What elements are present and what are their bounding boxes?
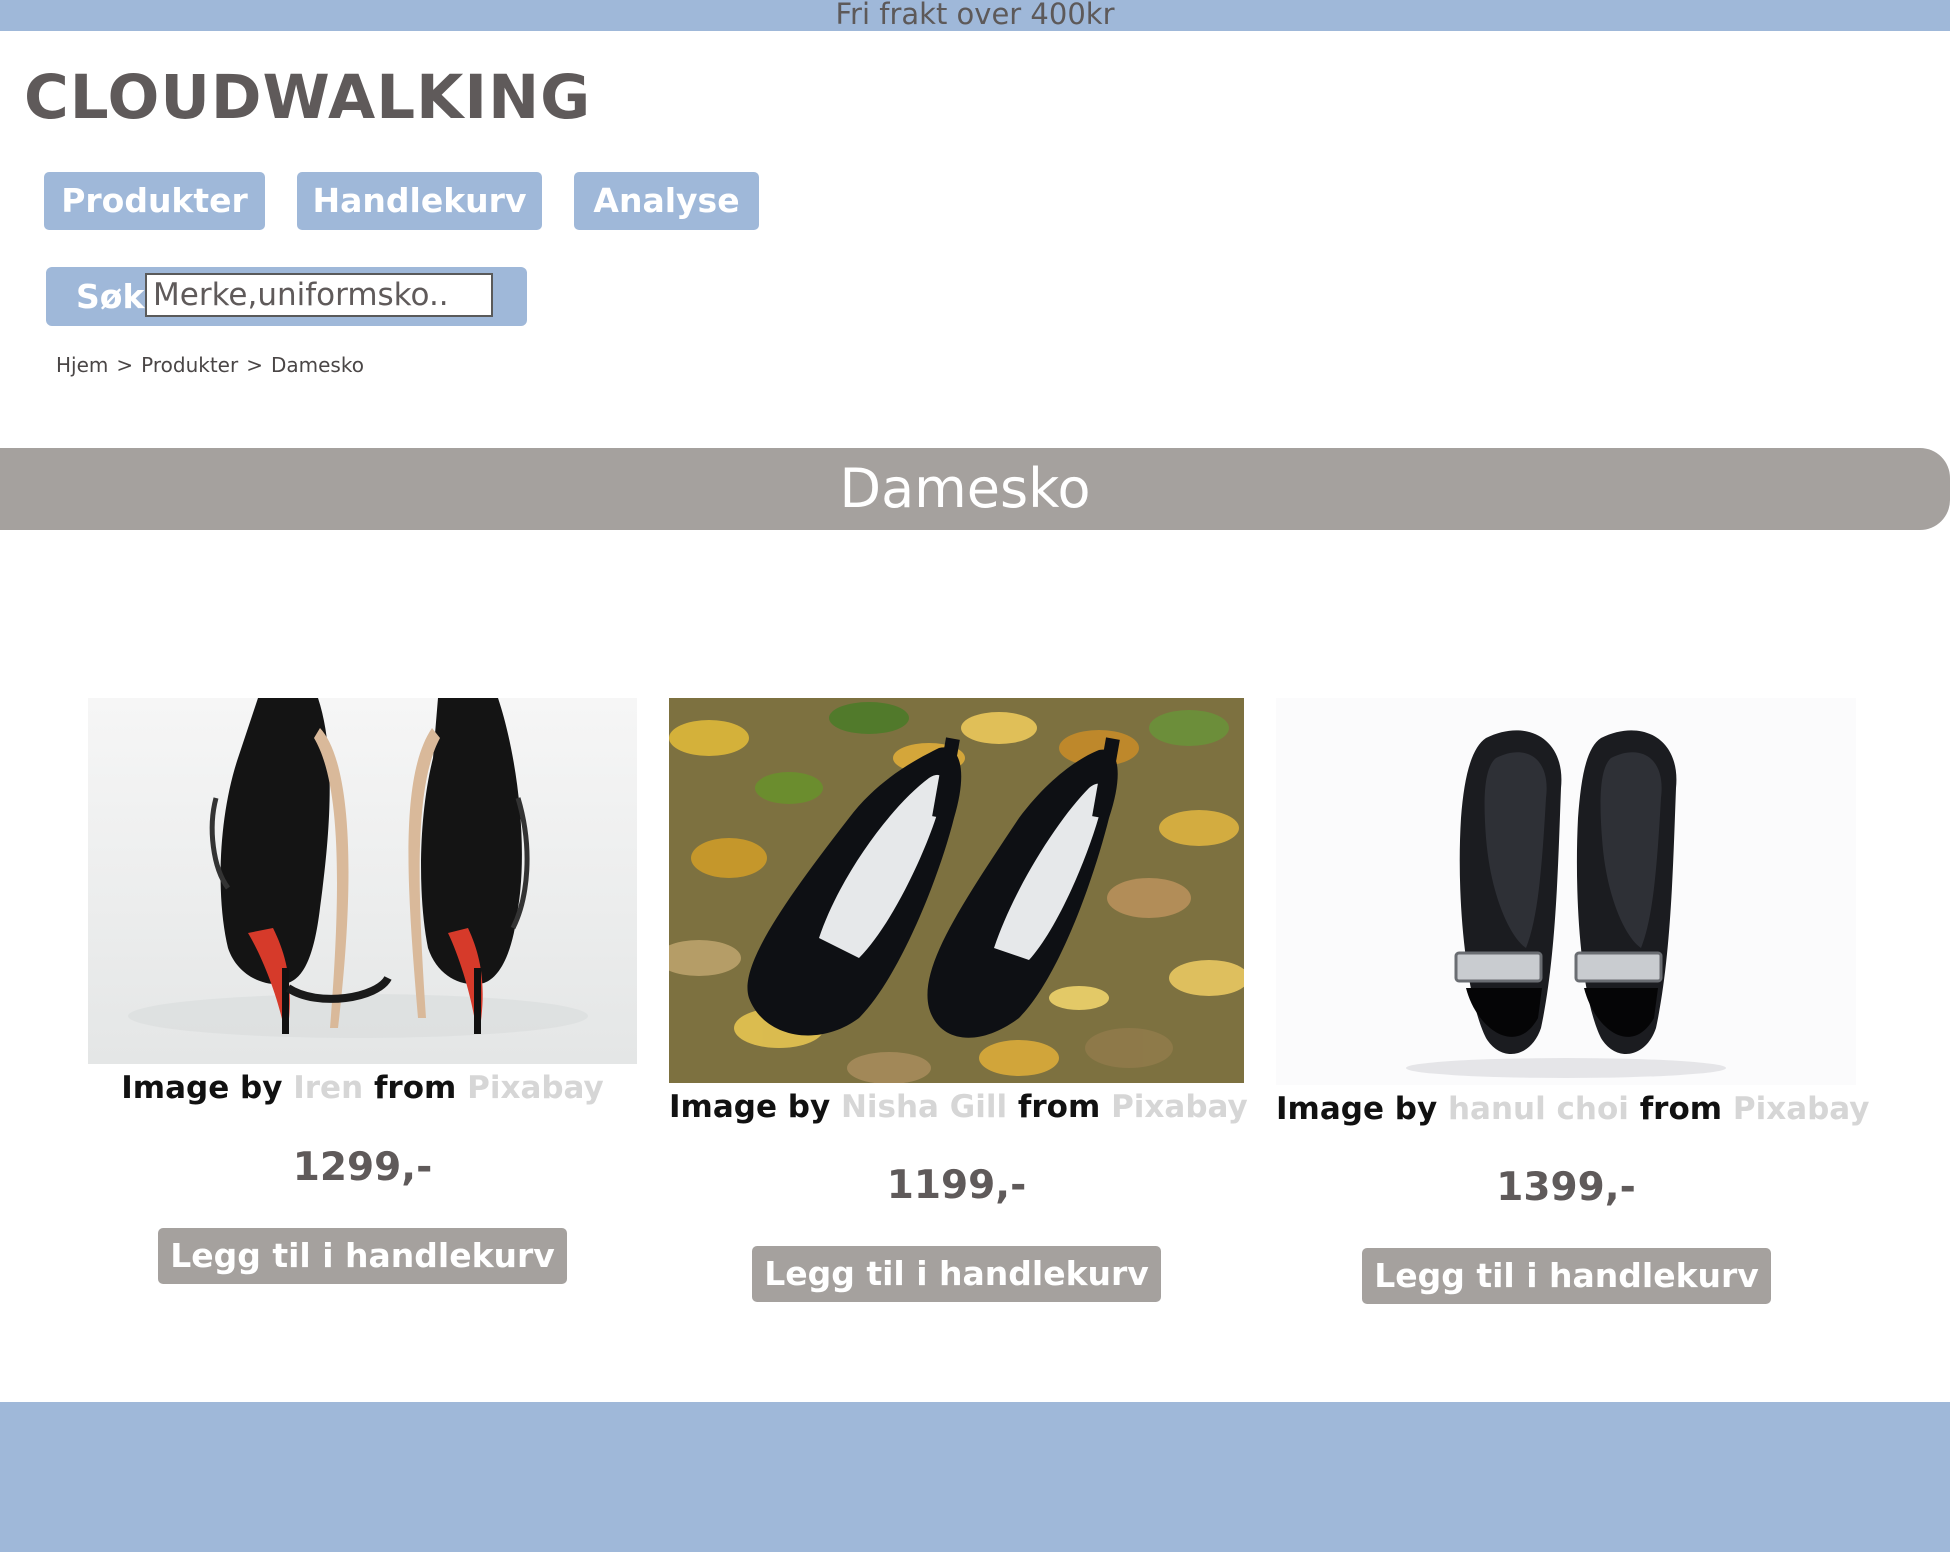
image-credit: Image by hanul choi from Pixabay bbox=[1276, 1091, 1869, 1127]
search-label: Søk bbox=[76, 277, 145, 316]
nav-cart-button[interactable]: Handlekurv bbox=[297, 172, 542, 230]
photographer-link[interactable]: hanul choi bbox=[1448, 1091, 1629, 1127]
credit-prefix: Image by bbox=[669, 1089, 831, 1125]
breadcrumb-home[interactable]: Hjem bbox=[56, 353, 108, 377]
image-credit: Image by Iren from Pixabay bbox=[88, 1070, 637, 1106]
black-pumps-in-leaves-photo[interactable] bbox=[669, 698, 1244, 1083]
add-to-cart-button[interactable]: Legg til i handlekurv bbox=[1362, 1248, 1771, 1304]
category-title: Damesko bbox=[0, 448, 1950, 530]
nav-products-button[interactable]: Produkter bbox=[44, 172, 265, 230]
credit-prefix: Image by bbox=[121, 1070, 283, 1106]
credit-middle: from bbox=[373, 1070, 457, 1106]
search-bar: Søk bbox=[46, 267, 527, 326]
high-heel-sandals-image bbox=[88, 698, 637, 1064]
photographer-link[interactable]: Iren bbox=[293, 1070, 363, 1106]
black-pumps-in-leaves-image bbox=[669, 698, 1244, 1083]
add-to-cart-button[interactable]: Legg til i handlekurv bbox=[752, 1246, 1161, 1302]
announcement-bar: Fri frakt over 400kr bbox=[0, 0, 1950, 31]
product-price: 1199,- bbox=[886, 1163, 1027, 1208]
breadcrumb-products[interactable]: Produkter bbox=[141, 353, 238, 377]
product-price: 1399,- bbox=[1496, 1165, 1636, 1210]
image-credit: Image by Nisha Gill from Pixabay bbox=[669, 1089, 1248, 1125]
add-to-cart-button[interactable]: Legg til i handlekurv bbox=[158, 1228, 567, 1284]
breadcrumb-separator: > bbox=[246, 353, 263, 377]
patent-pumps-image bbox=[1276, 698, 1856, 1085]
source-link[interactable]: Pixabay bbox=[1733, 1091, 1870, 1127]
credit-middle: from bbox=[1017, 1089, 1101, 1125]
breadcrumb: Hjem > Produkter > Damesko bbox=[56, 353, 364, 377]
breadcrumb-current: Damesko bbox=[270, 353, 364, 377]
search-input[interactable] bbox=[145, 273, 493, 317]
high-heel-sandals-photo[interactable] bbox=[88, 698, 637, 1064]
announcement-text: Fri frakt over 400kr bbox=[835, 0, 1115, 31]
credit-prefix: Image by bbox=[1276, 1091, 1438, 1127]
brand-logo[interactable]: CLOUDWALKING bbox=[24, 62, 591, 133]
source-link[interactable]: Pixabay bbox=[467, 1070, 604, 1106]
credit-middle: from bbox=[1639, 1091, 1723, 1127]
source-link[interactable]: Pixabay bbox=[1111, 1089, 1248, 1125]
breadcrumb-separator: > bbox=[116, 353, 134, 377]
patent-pumps-photo[interactable] bbox=[1276, 698, 1856, 1085]
footer bbox=[0, 1402, 1950, 1552]
nav-analysis-button[interactable]: Analyse bbox=[574, 172, 759, 230]
photographer-link[interactable]: Nisha Gill bbox=[841, 1089, 1007, 1125]
product-price: 1299,- bbox=[292, 1145, 433, 1190]
